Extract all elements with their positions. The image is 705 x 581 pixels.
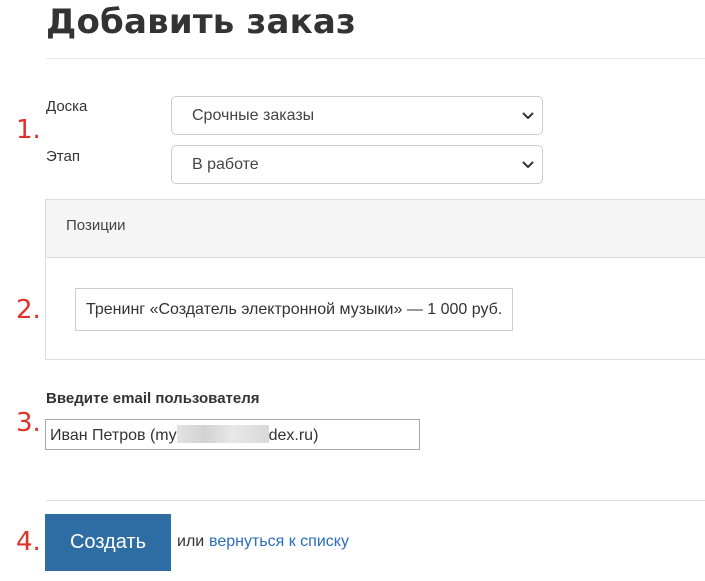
bottom-divider <box>46 500 705 501</box>
step-number-2: 2. <box>16 295 41 325</box>
board-select[interactable]: Срочные заказы <box>171 96 543 135</box>
stage-label: Этап <box>46 148 80 165</box>
step-number-1: 1. <box>16 115 41 145</box>
email-value-suffix: dex.ru) <box>268 427 319 444</box>
stage-select[interactable]: В работе <box>171 145 543 184</box>
step-number-3: 3. <box>16 408 41 438</box>
board-label: Доска <box>46 98 88 115</box>
email-value-prefix: Иван Петров (my <box>50 427 177 444</box>
step-number-4: 4. <box>16 527 41 557</box>
redacted-blur <box>176 425 269 443</box>
chevron-down-icon <box>522 161 534 168</box>
email-label: Введите email пользователя <box>46 390 260 407</box>
positions-panel: Позиции Тренинг «Создатель электронной м… <box>45 199 705 360</box>
positions-header-title: Позиции <box>66 217 126 234</box>
create-button[interactable]: Создать <box>45 514 171 571</box>
stage-select-value: В работе <box>192 156 259 173</box>
board-select-value: Срочные заказы <box>192 107 315 124</box>
email-field[interactable]: Иван Петров (my dex.ru) <box>45 419 420 450</box>
email-field-value: Иван Петров (my dex.ru) <box>50 425 318 446</box>
position-item[interactable]: Тренинг «Создатель электронной музыки» —… <box>75 288 514 331</box>
page-title: Добавить заказ <box>46 2 356 42</box>
back-to-list-link[interactable]: вернуться к списку <box>209 532 349 552</box>
or-text: или <box>177 533 205 550</box>
positions-header: Позиции <box>46 200 705 258</box>
chevron-down-icon <box>522 112 534 119</box>
title-divider <box>46 58 705 59</box>
